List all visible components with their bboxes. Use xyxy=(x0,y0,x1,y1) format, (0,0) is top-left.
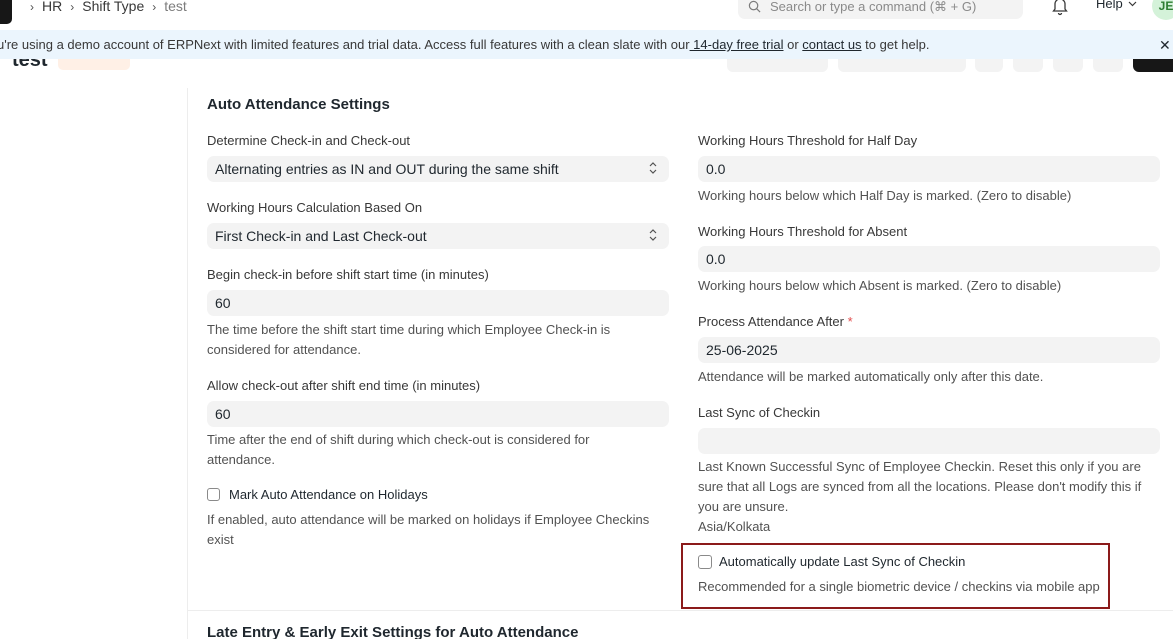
calc-select[interactable]: First Check-in and Last Check-out xyxy=(207,223,669,249)
half-day-description: Working hours below which Half Day is ma… xyxy=(698,188,1072,203)
banner-text-after: to get help. xyxy=(861,37,930,52)
highlight-box xyxy=(681,543,1110,609)
calc-label: Working Hours Calculation Based On xyxy=(207,200,423,215)
begin-checkin-description: The time before the shift start time dur… xyxy=(207,322,611,357)
chevron-right-icon: › xyxy=(70,0,75,14)
sidebar-divider xyxy=(187,88,188,639)
timezone-label: Asia/Kolkata xyxy=(698,519,771,534)
section-title-auto-attendance: Auto Attendance Settings xyxy=(207,96,390,113)
section-divider xyxy=(188,610,1173,611)
app-logo[interactable] xyxy=(0,0,12,24)
avatar[interactable]: JE xyxy=(1152,0,1173,20)
contact-us-link[interactable]: contact us xyxy=(802,37,861,52)
banner-text-mid: or xyxy=(783,37,803,52)
last-sync-label: Last Sync of Checkin xyxy=(698,405,821,420)
notification-bell-icon[interactable] xyxy=(1051,0,1069,16)
breadcrumb-current[interactable]: test xyxy=(164,0,187,14)
absent-description: Working hours below which Absent is mark… xyxy=(698,278,1062,293)
search-bar[interactable]: Search or type a command (⌘ + G) xyxy=(738,0,1023,19)
absent-value: 0.0 xyxy=(706,251,726,267)
holiday-label: Mark Auto Attendance on Holidays xyxy=(229,487,428,502)
holiday-checkbox[interactable] xyxy=(207,488,220,501)
determine-value: Alternating entries as IN and OUT during… xyxy=(215,161,559,177)
last-sync-input[interactable] xyxy=(698,428,1160,454)
help-menu[interactable]: Help xyxy=(1096,0,1137,11)
banner-text-before: u're using a demo account of ERPNext wit… xyxy=(0,37,690,52)
process-after-description: Attendance will be marked automatically … xyxy=(698,369,1044,384)
breadcrumb-shift-type[interactable]: Shift Type xyxy=(82,0,144,14)
required-marker: * xyxy=(847,314,853,329)
process-after-input[interactable]: 25-06-2025 xyxy=(698,337,1160,363)
select-caret-icon xyxy=(649,229,657,241)
begin-checkin-value: 60 xyxy=(215,295,231,311)
search-placeholder: Search or type a command (⌘ + G) xyxy=(770,0,977,14)
section-title-late-entry: Late Entry & Early Exit Settings for Aut… xyxy=(207,624,579,639)
top-navbar: › HR › Shift Type › test Search or type … xyxy=(0,0,1173,30)
half-day-label: Working Hours Threshold for Half Day xyxy=(698,133,918,148)
absent-input[interactable]: 0.0 xyxy=(698,246,1160,272)
help-label: Help xyxy=(1096,0,1123,11)
process-after-label-text: Process Attendance After xyxy=(698,314,844,329)
absent-label: Working Hours Threshold for Absent xyxy=(698,224,908,239)
half-day-value: 0.0 xyxy=(706,161,726,177)
demo-banner: u're using a demo account of ERPNext wit… xyxy=(0,30,1173,59)
search-icon xyxy=(748,0,761,13)
allow-checkout-input[interactable]: 60 xyxy=(207,401,669,427)
allow-checkout-description: Time after the end of shift during which… xyxy=(207,432,590,467)
determine-label: Determine Check-in and Check-out xyxy=(207,133,411,148)
begin-checkin-label: Begin check-in before shift start time (… xyxy=(207,267,489,282)
select-caret-icon xyxy=(649,162,657,174)
banner-text: u're using a demo account of ERPNext wit… xyxy=(0,37,930,52)
breadcrumb: › HR › Shift Type › test xyxy=(22,0,187,16)
calc-value: First Check-in and Last Check-out xyxy=(215,228,427,244)
close-icon[interactable]: ✕ xyxy=(1159,37,1171,54)
half-day-input[interactable]: 0.0 xyxy=(698,156,1160,182)
process-after-value: 25-06-2025 xyxy=(706,342,778,358)
allow-checkout-value: 60 xyxy=(215,406,231,422)
begin-checkin-input[interactable]: 60 xyxy=(207,290,669,316)
free-trial-link[interactable]: 14-day free trial xyxy=(690,37,783,52)
process-after-label: Process Attendance After * xyxy=(698,314,853,329)
allow-checkout-label: Allow check-out after shift end time (in… xyxy=(207,378,481,393)
holiday-checkbox-row[interactable]: Mark Auto Attendance on Holidays xyxy=(207,487,428,502)
holiday-description: If enabled, auto attendance will be mark… xyxy=(207,512,650,547)
chevron-right-icon: › xyxy=(152,0,157,14)
chevron-right-icon: › xyxy=(30,0,34,14)
determine-select[interactable]: Alternating entries as IN and OUT during… xyxy=(207,156,669,182)
breadcrumb-hr[interactable]: HR xyxy=(42,0,62,14)
chevron-down-icon xyxy=(1128,1,1137,6)
last-sync-description: Last Known Successful Sync of Employee C… xyxy=(698,459,1142,514)
